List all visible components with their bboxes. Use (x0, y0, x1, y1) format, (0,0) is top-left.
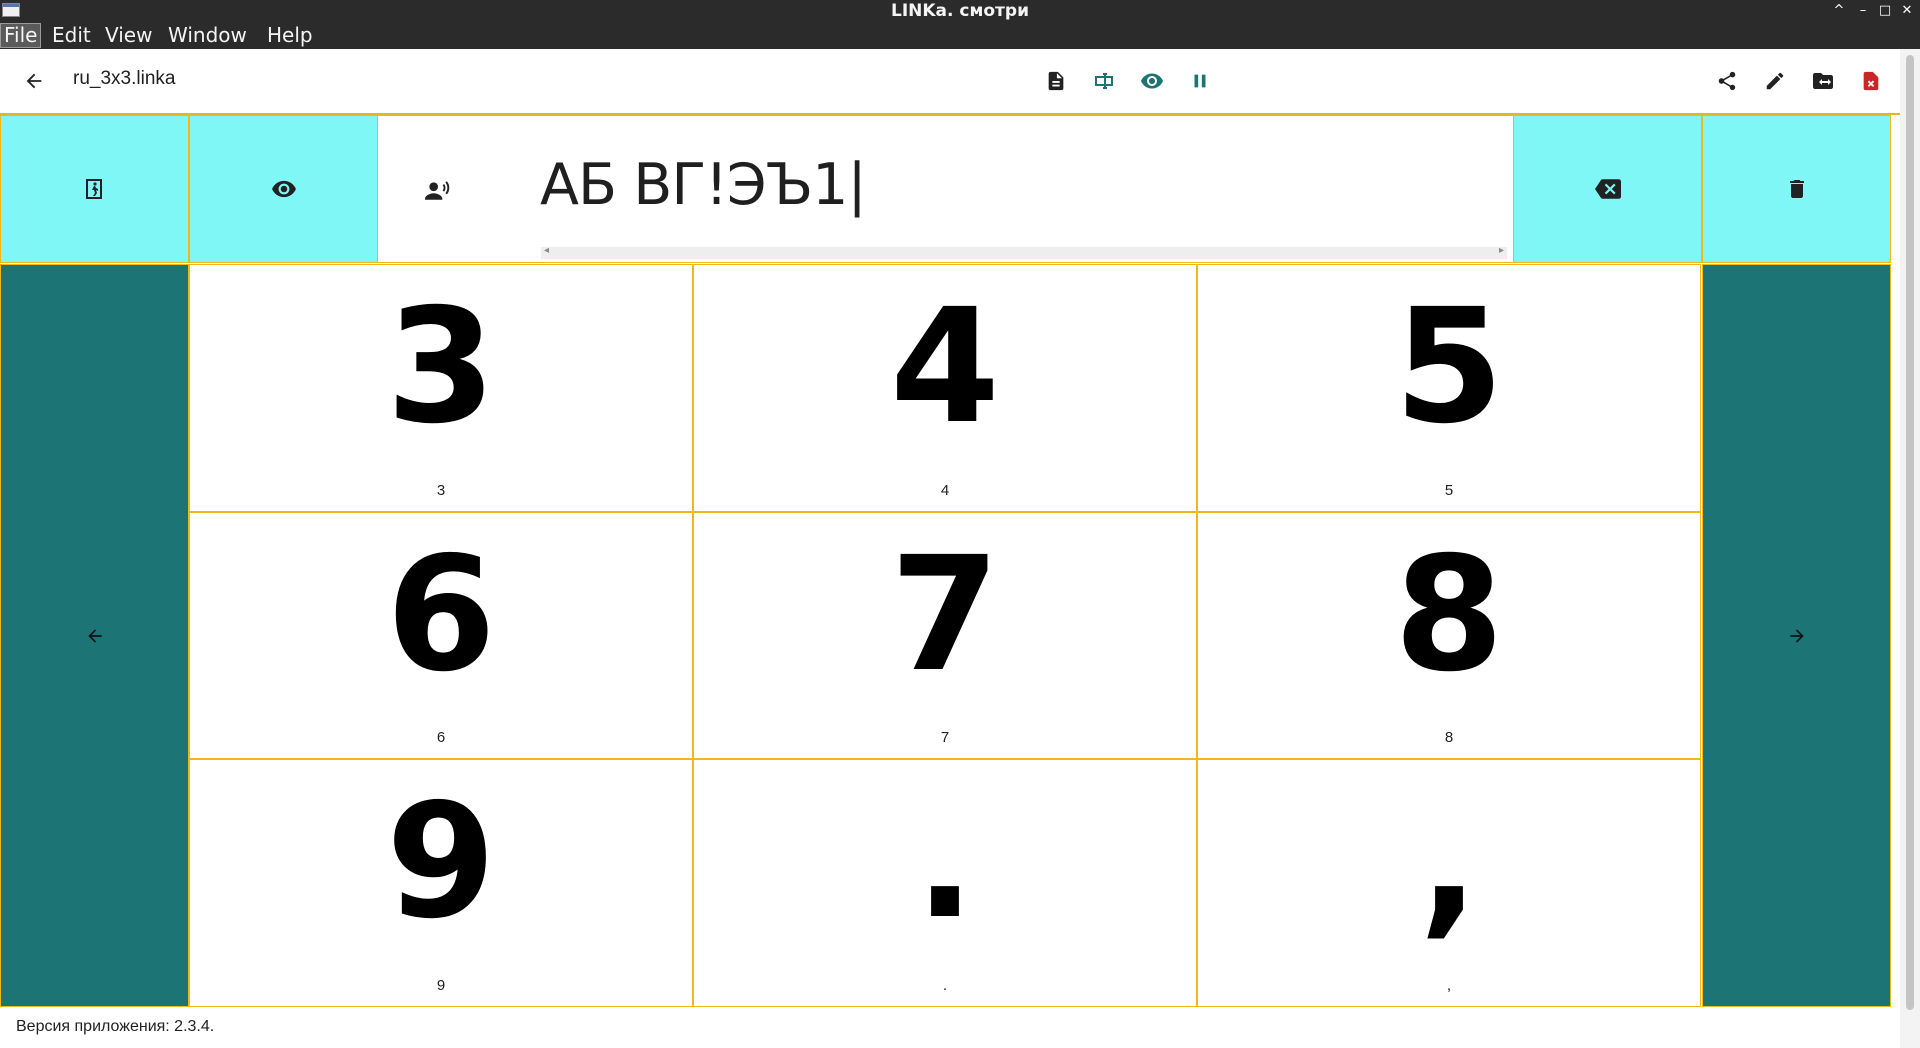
eye-icon (1141, 73, 1163, 89)
window-title: LINKa. смотри (891, 1, 1029, 21)
card-label: 6 (436, 729, 446, 747)
card-label: . (942, 977, 948, 994)
card-label: 5 (1444, 481, 1454, 499)
folder-swap-icon (1813, 73, 1833, 89)
card-5[interactable]: 5 5 (1198, 265, 1700, 511)
text-cursor-icon (1095, 73, 1113, 89)
scroll-right-icon[interactable]: ▸ (1499, 245, 1504, 256)
pause-button[interactable] (1180, 61, 1220, 101)
card-label: 4 (940, 481, 950, 499)
scroll-left-icon[interactable]: ◂ (544, 245, 549, 256)
horizontal-scrollbar[interactable]: ◂ ▸ (541, 245, 1507, 259)
card-label: 9 (436, 977, 446, 994)
pencil-icon (1766, 72, 1784, 90)
speaker-person-icon (425, 181, 450, 200)
card-label: 7 (940, 729, 950, 747)
card-comma[interactable]: , , (1198, 760, 1700, 1006)
menu-window[interactable]: Window (165, 23, 250, 48)
app-version-text: Версия приложения: 2.3.4. (16, 1018, 215, 1035)
card-symbol: 4 (890, 275, 1000, 459)
eye-button[interactable] (1132, 61, 1172, 101)
share-icon (1718, 71, 1736, 91)
card-label: , (1446, 977, 1452, 994)
arrow-right-icon (1789, 628, 1804, 643)
scrollbar-thumb[interactable] (1906, 55, 1914, 1010)
view-toggle-button[interactable] (189, 115, 378, 263)
window-minimize-button[interactable]: – (1852, 1, 1874, 21)
document-icon (1048, 71, 1064, 91)
exit-run-icon (85, 179, 102, 199)
pause-icon (1194, 74, 1206, 88)
clear-button[interactable] (1702, 115, 1891, 263)
backspace-button[interactable] (1513, 115, 1702, 263)
text-output-area[interactable]: АБ ВГ!ЭЪ1| ◂ ▸ (378, 115, 1513, 263)
card-label: 3 (436, 481, 446, 499)
card-label: 8 (1444, 729, 1454, 747)
back-button[interactable] (14, 61, 54, 101)
menu-edit[interactable]: Edit (49, 23, 94, 48)
card-6[interactable]: 6 6 (190, 512, 692, 759)
card-symbol: 6 (386, 522, 496, 707)
delete-file-button[interactable] (1851, 61, 1891, 101)
share-button[interactable] (1707, 61, 1747, 101)
arrow-back-icon (26, 73, 42, 89)
menu-bar: File Edit View Window Help (0, 22, 1920, 49)
window-expand-icon[interactable]: ^ (1828, 1, 1850, 21)
card-9[interactable]: 9 9 (190, 760, 692, 1006)
open-folder-button[interactable] (1803, 61, 1843, 101)
card-4[interactable]: 4 4 (694, 265, 1196, 511)
next-page-button[interactable] (1702, 264, 1891, 1007)
exit-button[interactable] (0, 115, 189, 263)
window-maximize-button[interactable]: □ (1874, 1, 1896, 21)
menu-help[interactable]: Help (264, 23, 316, 48)
card-3[interactable]: 3 3 (190, 265, 692, 511)
card-symbol: , (1418, 770, 1480, 955)
card-7[interactable]: 7 7 (694, 512, 1196, 759)
delete-file-icon (1863, 71, 1879, 91)
previous-page-button[interactable] (0, 264, 189, 1007)
card-8[interactable]: 8 8 (1198, 512, 1700, 759)
card-symbol: 7 (890, 522, 1000, 707)
card-symbol: 3 (386, 275, 496, 459)
text-mode-button[interactable] (1084, 61, 1124, 101)
card-symbol: . (914, 770, 976, 955)
card-grid: 3 3 4 4 5 5 6 6 7 7 8 8 9 9 . . , , (189, 264, 1701, 1007)
card-period[interactable]: . . (694, 760, 1196, 1006)
document-button[interactable] (1036, 61, 1076, 101)
window-close-button[interactable]: ✕ (1896, 1, 1918, 21)
status-bar: Версия приложения: 2.3.4. (0, 1008, 1900, 1048)
app-bar: ru_3x3.linka (0, 49, 1900, 113)
speak-button[interactable] (418, 170, 458, 210)
vertical-scrollbar[interactable] (1900, 49, 1920, 1048)
backspace-icon (1594, 179, 1621, 199)
arrow-left-icon (87, 628, 102, 643)
trash-icon (1789, 180, 1804, 198)
card-symbol: 9 (386, 770, 496, 955)
menu-file[interactable]: File (0, 23, 42, 48)
edit-button[interactable] (1755, 61, 1795, 101)
card-symbol: 5 (1394, 275, 1504, 459)
card-symbol: 8 (1394, 522, 1504, 707)
file-name: ru_3x3.linka (73, 68, 176, 89)
typed-text: АБ ВГ!ЭЪ1| (540, 152, 867, 218)
menu-view[interactable]: View (102, 23, 155, 48)
eye-icon (271, 180, 296, 198)
window-titlebar: LINKa. смотри ^ – □ ✕ (0, 0, 1920, 22)
